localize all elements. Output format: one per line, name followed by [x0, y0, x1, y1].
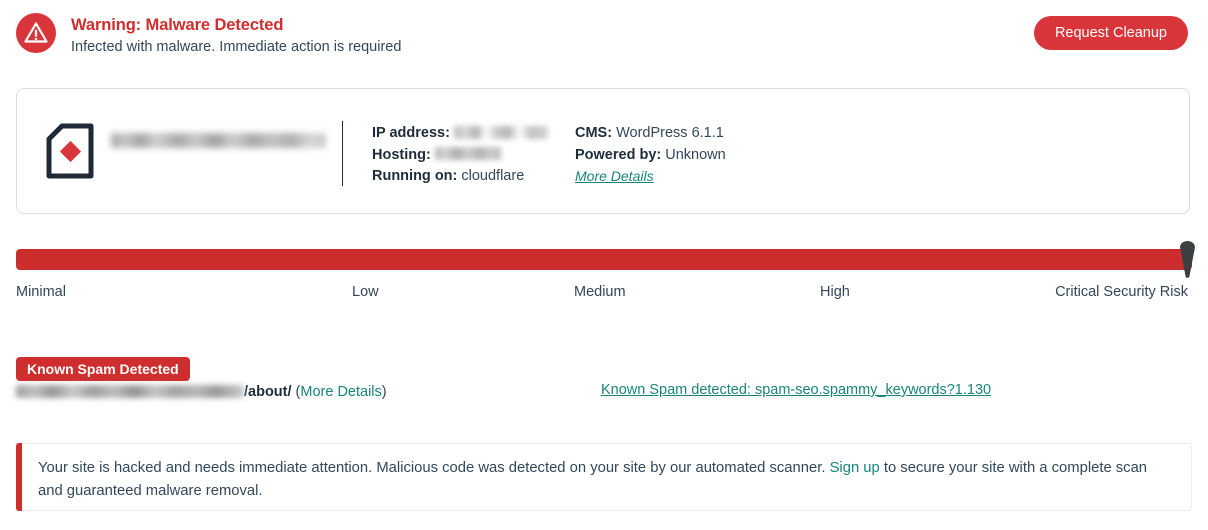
header-text-block: Warning: Malware Detected Infected with … [71, 14, 401, 58]
running-on-value: cloudflare [461, 168, 525, 184]
page-title: Warning: Malware Detected [71, 16, 284, 34]
alert-accent-bar [16, 443, 22, 511]
card-divider [342, 121, 343, 186]
alert-message: Your site is hacked and needs immediate … [38, 457, 1173, 503]
page-subtitle: Infected with malware. Immediate action … [71, 39, 402, 55]
site-url-redacted [111, 133, 326, 148]
spam-detection-link[interactable]: Known Spam detected: spam-seo.spammy_key… [601, 382, 991, 398]
warning-triangle-icon [16, 13, 56, 53]
spam-url-redacted [16, 384, 244, 398]
request-cleanup-button[interactable]: Request Cleanup [1033, 16, 1188, 50]
risk-meter-labels: Minimal Low Medium High Critical Securit… [0, 284, 1208, 304]
detail-cms: CMS: WordPress 6.1.1 [575, 125, 724, 141]
hosting-redacted [434, 147, 501, 161]
site-logo-icon [45, 122, 95, 180]
cms-value: WordPress 6.1.1 [616, 125, 724, 141]
sign-up-link[interactable]: Sign up [830, 460, 880, 476]
powered-by-value: Unknown [665, 146, 726, 163]
risk-meter-marker-icon [1180, 241, 1195, 279]
alert-text-before: Your site is hacked and needs immediate … [38, 460, 830, 476]
site-details-left-column: IP address: Hosting: Running on: cloudfl… [372, 123, 548, 188]
risk-label-minimal: Minimal [16, 284, 66, 300]
risk-label-critical: Critical Security Risk [1055, 284, 1188, 300]
spam-more-details-link[interactable]: More Details [300, 384, 381, 400]
spam-affected-url: /about/ (More Details) [16, 384, 387, 404]
risk-meter-bar [16, 249, 1192, 270]
page-header: Warning: Malware Detected Infected with … [0, 0, 1208, 70]
spam-url-path: /about/ [244, 384, 292, 400]
ip-address-redacted [453, 125, 548, 139]
risk-label-medium: Medium [574, 284, 626, 300]
detail-hosting: Hosting: [372, 145, 548, 167]
card-more-details-link[interactable]: More Details [575, 168, 654, 184]
risk-label-low: Low [352, 284, 379, 300]
site-details-right-column: CMS: WordPress 6.1.1 Powered by: Unknown… [575, 123, 726, 188]
risk-label-high: High [820, 284, 850, 300]
detail-ip-address: IP address: [372, 123, 548, 145]
detail-running-on: Running on: cloudflare [372, 168, 525, 184]
status-badge-known-spam: Known Spam Detected [16, 357, 190, 381]
site-info-card: IP address: Hosting: Running on: cloudfl… [16, 88, 1190, 214]
detail-powered-by: Powered by: Unknown [575, 146, 726, 163]
